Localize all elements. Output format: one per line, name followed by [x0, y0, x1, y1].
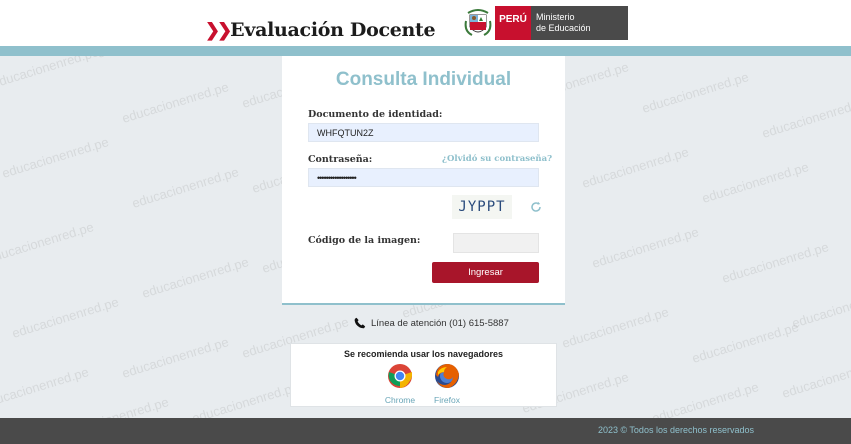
watermark-text: educacionenred.pe	[0, 134, 111, 181]
forgot-password-link[interactable]: ¿Olvidó su contraseña?	[442, 154, 552, 164]
site-footer: 2023 © Todos los derechos reservados	[0, 418, 851, 444]
image-code-input[interactable]	[453, 233, 539, 253]
watermark-text: educacionenred.pe	[760, 94, 851, 141]
watermark-text: educacionenred.pe	[640, 69, 751, 116]
password-label: Contraseña:	[308, 154, 373, 165]
chrome-icon	[388, 364, 412, 388]
browser-recommendation: Se recomienda usar los navegadores Chrom…	[290, 343, 557, 407]
ministry-line2: de Educación	[536, 23, 591, 33]
site-header: ❯❯ Evaluación Docente PERÚ Ministerio de…	[0, 0, 851, 46]
watermark-text: educacionenred.pe	[10, 294, 121, 341]
watermark-text: educacionenred.pe	[590, 224, 701, 271]
watermark-text: educacionenred.pe	[140, 254, 251, 301]
support-line: Línea de atención (01) 615-5887	[354, 317, 509, 329]
watermark-text: educacionenred.pe	[0, 219, 96, 266]
peru-badge: PERÚ	[495, 6, 531, 40]
firefox-icon	[435, 364, 459, 388]
page-title: Consulta Individual	[335, 69, 512, 90]
captcha-image: JYPPT	[452, 195, 512, 219]
login-card: Consulta Individual Documento de identid…	[282, 56, 565, 303]
watermark-text: educacionenred.pe	[0, 364, 91, 411]
watermark-text: educacionenred.pe	[780, 354, 851, 401]
brand-logo[interactable]: ❯❯ Evaluación Docente	[205, 19, 436, 41]
firefox-label: Firefox	[434, 395, 460, 405]
watermark-text: educacionenred.pe	[120, 334, 231, 381]
watermark-text: educacionenred.pe	[580, 144, 691, 191]
captcha-text: JYPPT	[458, 199, 506, 215]
watermark-text: educacionenred.pe	[790, 284, 851, 331]
ministry-badge: Ministerio de Educación	[531, 6, 628, 40]
submit-button[interactable]: Ingresar	[432, 262, 539, 283]
refresh-captcha-icon[interactable]	[530, 201, 542, 213]
watermark-text: educacionenred.pe	[560, 304, 671, 351]
watermark-text: educacionenred.pe	[720, 239, 831, 286]
firefox-link[interactable]: Firefox	[427, 363, 467, 405]
chrome-label: Chrome	[384, 395, 416, 405]
chrome-link[interactable]: Chrome	[380, 363, 420, 405]
watermark-text: educacionenred.pe	[700, 159, 811, 206]
watermark-text: educacionenred.pe	[120, 79, 231, 126]
watermark-text: educacionenred.pe	[130, 164, 241, 211]
copyright-text: 2023 © Todos los derechos reservados	[597, 425, 754, 435]
brand-title: Evaluación Docente	[230, 19, 436, 41]
document-input[interactable]	[308, 123, 539, 142]
password-input[interactable]	[308, 168, 539, 187]
coat-of-arms-icon	[464, 9, 492, 36]
support-phone-text: Línea de atención (01) 615-5887	[371, 317, 509, 329]
watermark-text: educacionenred.pe	[690, 319, 801, 366]
header-accent-bar	[0, 46, 851, 56]
chevron-logo-icon: ❯❯	[205, 19, 232, 41]
phone-icon	[354, 317, 366, 329]
card-accent-line	[282, 303, 565, 305]
peru-badge-text: PERÚ	[499, 14, 527, 25]
document-label: Documento de identidad:	[308, 109, 443, 120]
image-code-label: Código de la imagen:	[308, 235, 421, 246]
browsers-title: Se recomienda usar los navegadores	[343, 349, 504, 359]
ministry-line1: Ministerio	[536, 12, 575, 22]
